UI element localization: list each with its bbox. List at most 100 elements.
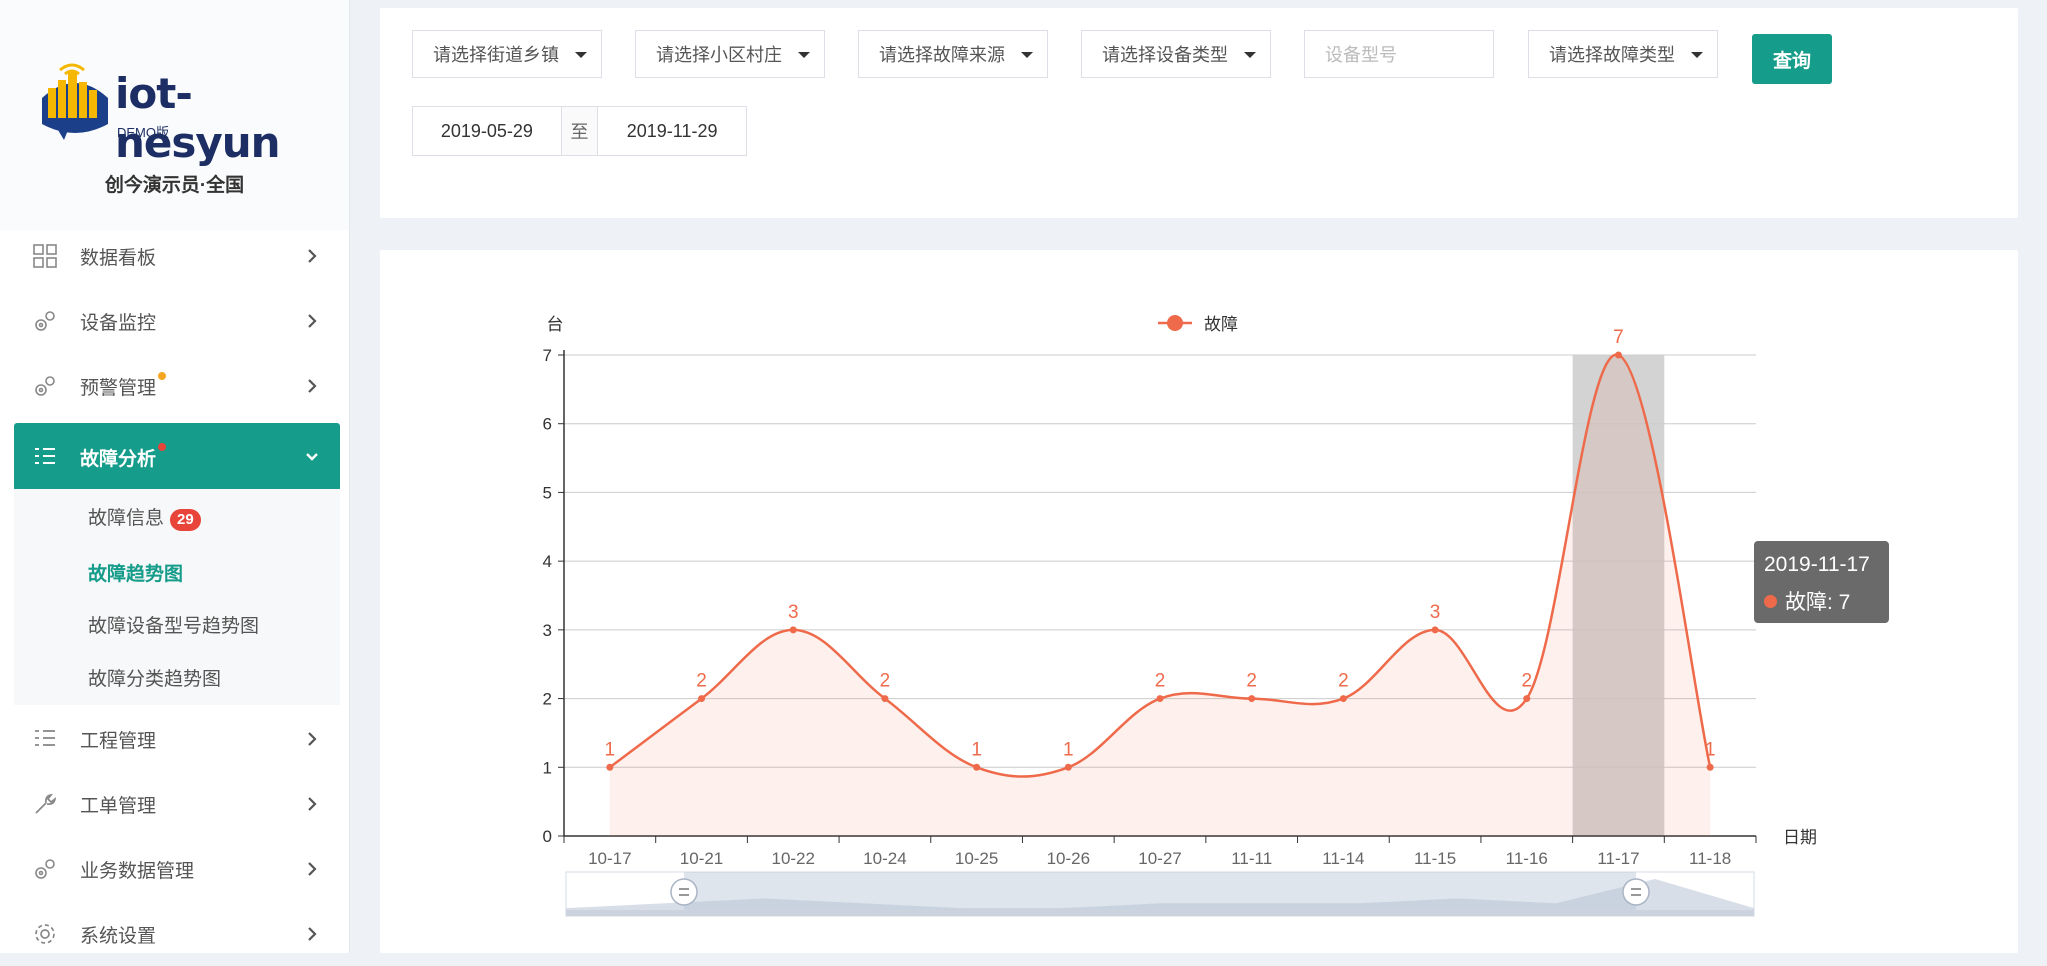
menu-item-workorders[interactable]: 工单管理 (14, 772, 340, 836)
caret-down-icon (1244, 52, 1256, 58)
data-label: 7 (1613, 327, 1624, 348)
data-label: 2 (880, 671, 891, 692)
select-value: 请选择设备类型 (1102, 45, 1228, 65)
submenu-label: 故障信息 (88, 508, 165, 529)
data-point (1064, 763, 1072, 771)
y-tick-label: 1 (543, 758, 552, 777)
community-select[interactable]: 请选择小区村庄 (635, 30, 825, 78)
x-tick-label: 11-18 (1689, 849, 1731, 868)
data-point (606, 763, 614, 771)
series-area (609, 354, 1711, 836)
submenu-item-fault-info[interactable]: 故障信息 29 (88, 503, 201, 531)
brand-logo[interactable]: iot-nesyun DEMO版 (34, 58, 334, 167)
data-label: 1 (971, 739, 982, 760)
device-model-input[interactable]: 设备型号 (1304, 30, 1494, 78)
data-point (1248, 695, 1256, 703)
fault-source-select[interactable]: 请选择故障来源 (858, 30, 1048, 78)
menu-item-business-data[interactable]: 业务数据管理 (14, 837, 340, 901)
gears-icon (30, 306, 60, 336)
menu-label: 工程管理 (80, 730, 157, 752)
data-label: 3 (1430, 602, 1441, 623)
input-placeholder: 设备型号 (1325, 45, 1397, 65)
gears-icon (30, 371, 60, 401)
data-label: 2 (1246, 671, 1257, 692)
gears-icon (30, 854, 60, 884)
x-tick-label: 11-15 (1414, 849, 1456, 868)
city-logo-icon (42, 63, 108, 140)
data-label: 1 (1705, 739, 1716, 760)
brand-edition: DEMO版 (117, 125, 170, 140)
data-label: 2 (696, 671, 707, 692)
tooltip-date: 2019-11-17 (1764, 553, 1870, 576)
caret-down-icon (1691, 52, 1703, 58)
zoom-handle (670, 878, 698, 906)
menu-label: 数据看板 (80, 247, 157, 269)
chevron-right-icon (308, 862, 317, 876)
data-label: 1 (605, 739, 616, 760)
submenu-item-fault-trend[interactable]: 故障趋势图 (88, 559, 183, 586)
menu-item-dashboard[interactable]: 数据看板 (14, 224, 340, 288)
menu-item-projects[interactable]: 工程管理 (14, 707, 340, 771)
x-tick-label: 10-17 (588, 849, 631, 868)
chevron-right-icon (308, 314, 317, 328)
data-point (698, 695, 706, 703)
date-end[interactable]: 2019-11-29 (598, 107, 746, 155)
submenu-item-category-trend[interactable]: 故障分类趋势图 (88, 664, 221, 691)
x-axis-label: 日期 (1783, 828, 1817, 847)
menu-label: 工单管理 (80, 795, 157, 817)
list-icon (30, 724, 60, 754)
legend-label: 故障 (1204, 315, 1238, 334)
zoom-slider-selection (684, 872, 1636, 916)
date-range-picker[interactable]: 2019-05-29 至 2019-11-29 (412, 106, 747, 156)
submenu-item-model-trend[interactable]: 故障设备型号趋势图 (88, 611, 259, 638)
data-point (1523, 695, 1531, 703)
dashboard-icon (30, 241, 60, 271)
y-tick-label: 7 (543, 346, 552, 365)
device-type-select[interactable]: 请选择设备类型 (1081, 30, 1271, 78)
chart-tooltip: 2019-11-17 故障: 7 (1754, 541, 1889, 623)
data-point (1156, 695, 1164, 703)
menu-item-fault-analysis[interactable]: 故障分析 (14, 423, 340, 491)
select-value: 请选择故障来源 (879, 45, 1005, 65)
data-point (1431, 626, 1439, 634)
legend-marker (1167, 315, 1183, 331)
notification-dot (158, 443, 167, 451)
data-label: 2 (1338, 671, 1349, 692)
date-start[interactable]: 2019-05-29 (413, 107, 561, 155)
data-point (1614, 351, 1622, 359)
data-label: 2 (1521, 671, 1532, 692)
query-button[interactable]: 查询 (1752, 34, 1832, 84)
y-tick-label: 3 (543, 621, 552, 640)
data-label: 1 (1063, 739, 1074, 760)
chevron-right-icon (308, 732, 317, 746)
chevron-right-icon (308, 249, 317, 263)
wrench-icon (30, 789, 60, 819)
chevron-right-icon (308, 797, 317, 811)
fault-type-select[interactable]: 请选择故障类型 (1528, 30, 1718, 78)
notification-dot (158, 372, 167, 380)
menu-label: 预警管理 (80, 377, 157, 399)
data-point (789, 626, 797, 634)
date-separator: 至 (560, 107, 599, 155)
menu-label: 业务数据管理 (80, 860, 195, 882)
menu-item-settings[interactable]: 系统设置 (14, 902, 340, 966)
select-value: 请选择街道乡镇 (433, 45, 559, 65)
menu-item-alerts[interactable]: 预警管理 (14, 354, 340, 418)
street-select[interactable]: 请选择街道乡镇 (412, 30, 602, 78)
menu-item-device-monitor[interactable]: 设备监控 (14, 289, 340, 353)
tooltip-value-row: 故障: 7 (1764, 586, 1850, 616)
x-tick-label: 11-11 (1231, 849, 1272, 868)
y-tick-label: 4 (543, 552, 552, 571)
count-badge: 29 (170, 509, 201, 531)
y-axis-unit-label: 台 (547, 315, 564, 334)
caret-down-icon (1021, 52, 1033, 58)
y-tick-label: 0 (543, 827, 552, 846)
data-point (1339, 695, 1347, 703)
logo-area: iot-nesyun DEMO版 创今演示员·全国 (0, 0, 349, 230)
menu-label: 设备监控 (80, 312, 157, 334)
x-tick-label: 11-17 (1597, 849, 1639, 868)
y-tick-label: 6 (543, 415, 552, 434)
data-label: 2 (1155, 671, 1166, 692)
list-icon (30, 442, 60, 472)
data-point (881, 695, 889, 703)
